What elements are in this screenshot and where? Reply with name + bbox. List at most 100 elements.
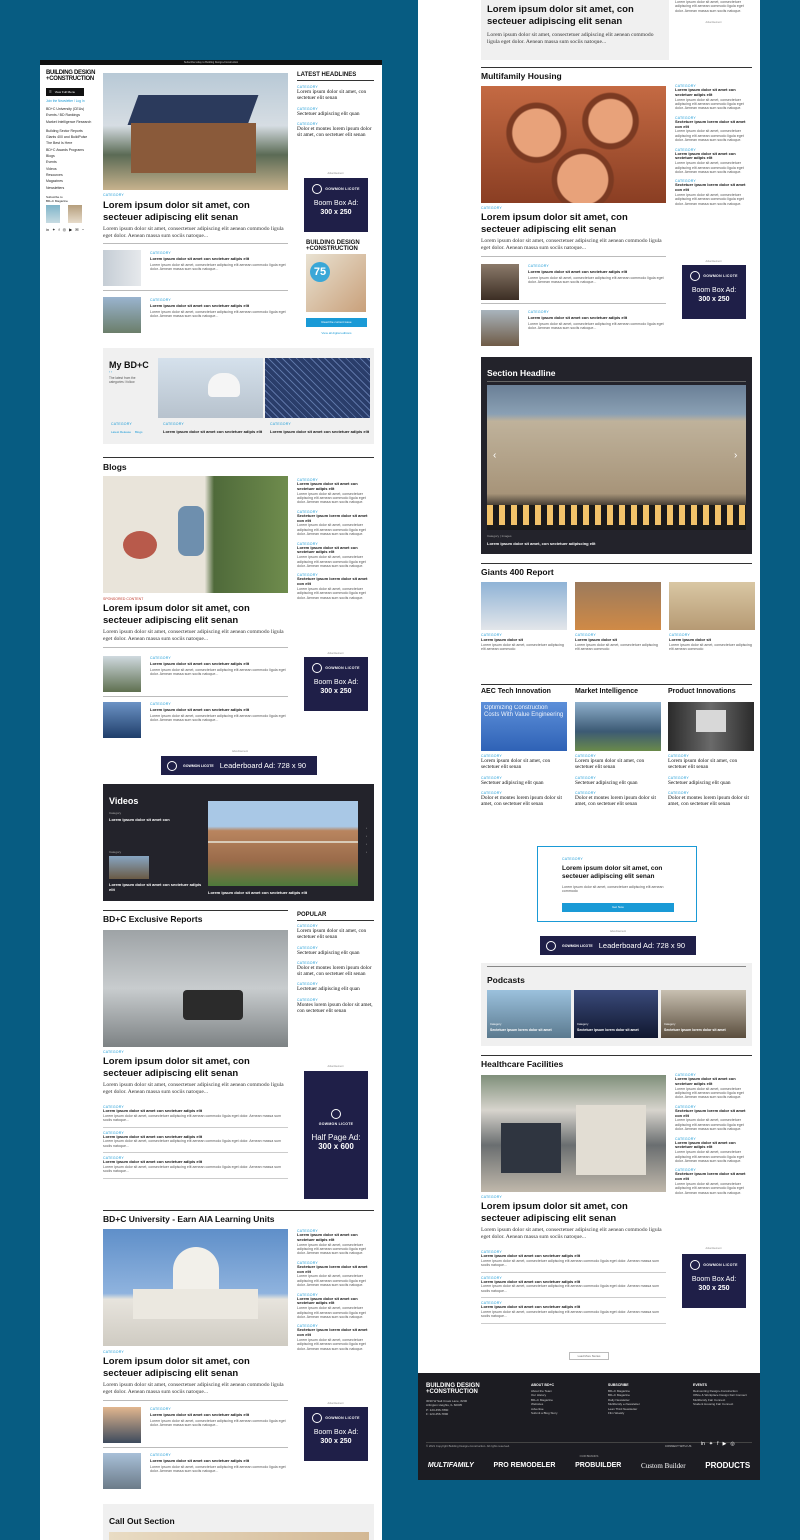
- side-nav-item[interactable]: Newsletters: [46, 185, 96, 191]
- magazine-cover-thumb[interactable]: [46, 204, 60, 223]
- podcast-image[interactable]: Category Sectetuer ipsum lorem dolor sit…: [574, 990, 658, 1038]
- university-title[interactable]: Lorem ipsum dolor sit amet, con secteuer…: [103, 1356, 288, 1379]
- podcast-title[interactable]: Sectetuer ipsum lorem dolor sit amet: [664, 1028, 742, 1032]
- market-image[interactable]: [575, 702, 661, 751]
- footer-logo[interactable]: BUILDING DESIGN +CONSTRUCTION: [426, 1383, 480, 1395]
- blog-hero-image[interactable]: [103, 476, 288, 593]
- headline-link[interactable]: Lorem ipsum dolor sit amet, con sectetue…: [297, 89, 374, 102]
- side-story-title[interactable]: Lorem ipsum dolor sit amet con sectetuer…: [675, 151, 752, 162]
- story-category[interactable]: Category: [150, 1407, 171, 1411]
- side-story-title[interactable]: Lorem ipsum dolor sit amet con sectetuer…: [297, 1296, 374, 1307]
- healthcare-hero-image[interactable]: [481, 1075, 666, 1192]
- my-bdc-link[interactable]: Latest Release: [111, 430, 131, 434]
- instagram-icon[interactable]: ◎: [730, 1441, 734, 1447]
- card-category[interactable]: Category: [163, 422, 184, 426]
- story-category[interactable]: Category: [150, 251, 171, 255]
- story-title[interactable]: Lorem ipsum dolor sit amet con sectetuer…: [528, 269, 666, 275]
- giants-card-image[interactable]: [481, 582, 567, 630]
- column-link[interactable]: Dolor et montes lorem ipsum dolor sit am…: [668, 795, 754, 808]
- story-category[interactable]: Category: [528, 264, 549, 268]
- video-main-image[interactable]: [208, 801, 358, 886]
- video-title[interactable]: Lorem ipsum dolor sit amet con sectetuer…: [109, 882, 204, 892]
- university-hero-image[interactable]: [103, 1229, 288, 1346]
- footer-link[interactable]: Submit a Blog Story: [531, 1411, 601, 1415]
- story-category[interactable]: Category: [150, 656, 171, 660]
- brand-logo[interactable]: PRODUCTS: [705, 1461, 750, 1470]
- story-thumb[interactable]: [481, 264, 519, 300]
- story-thumb[interactable]: [103, 250, 141, 286]
- load-more-button[interactable]: Load More Stories: [569, 1352, 609, 1360]
- join-link[interactable]: Join the Newsletter / Log In: [46, 99, 96, 103]
- multifamily-hero-image[interactable]: [481, 86, 666, 203]
- story-title[interactable]: Lorem ipsum dolor sit amet con sectetuer…: [150, 303, 288, 309]
- column-link[interactable]: Sectetuer adipiscing elit quan: [575, 780, 661, 786]
- email-icon[interactable]: ✉: [75, 227, 78, 232]
- story-title[interactable]: Lorem ipsum dolor sit amet con sectetuer…: [150, 256, 288, 262]
- column-link[interactable]: Dolor et montes lorem ipsum dolor sit am…: [481, 795, 567, 808]
- side-story-title[interactable]: Lorem ipsum dolor sit amet con sectetuer…: [297, 1232, 374, 1243]
- story-category[interactable]: Category: [150, 298, 171, 302]
- boom-box-ad[interactable]: GOWMON LICOTE Boom Box Ad: 300 x 250: [304, 178, 368, 232]
- side-story-title[interactable]: Sectetuer ipsum lorem dolor sit amet con…: [297, 1264, 374, 1275]
- twitter-icon[interactable]: ✦: [52, 227, 55, 232]
- twitter-icon[interactable]: ✦: [709, 1441, 713, 1447]
- video-thumb[interactable]: [109, 856, 149, 879]
- side-story-title[interactable]: Sectetuer ipsum lorem dolor sit amet con…: [297, 513, 374, 524]
- exclusive-hero-image[interactable]: [103, 930, 288, 1047]
- video-carousel-dots[interactable]: • • • •: [366, 824, 367, 856]
- site-logo[interactable]: BUILDING DESIGN +CONSTRUCTION: [46, 70, 96, 82]
- brand-logo[interactable]: PRO REMODELER: [494, 1462, 556, 1469]
- story-title[interactable]: Lorem ipsum dolor sit amet con sectetuer…: [150, 707, 288, 713]
- side-story-title[interactable]: Lorem ipsum dolor sit amet con sectetuer…: [675, 1076, 752, 1087]
- side-story-title[interactable]: Sectetuer ipsum lorem dolor sit amet con…: [297, 577, 374, 587]
- story-thumb[interactable]: [103, 702, 141, 738]
- giants-card-image[interactable]: [575, 582, 661, 630]
- carousel-prev-icon[interactable]: ‹: [493, 450, 496, 461]
- column-link[interactable]: Lorem ipsum dolor sit amet, con sectetue…: [481, 758, 567, 771]
- popular-link[interactable]: Lectetuer adipiscing elit quan: [297, 986, 374, 992]
- facebook-icon[interactable]: f: [58, 227, 59, 232]
- callout-images[interactable]: [109, 1532, 369, 1540]
- card-category[interactable]: Category: [270, 422, 291, 426]
- card-title[interactable]: Lorem ipsum dolor sit amet con sectetuer…: [163, 429, 263, 435]
- story-thumb[interactable]: [103, 656, 141, 692]
- multifamily-category[interactable]: Category: [481, 206, 502, 210]
- magazine-cover-thumb[interactable]: [68, 204, 82, 223]
- facebook-icon[interactable]: f: [717, 1441, 718, 1447]
- popular-link[interactable]: Dolor et montes lorem ipsum dolor sit am…: [297, 965, 374, 978]
- hero-image[interactable]: [103, 73, 288, 190]
- leaderboard-ad[interactable]: GOWMON LICOTE Leaderboard Ad: 728 x 90: [540, 936, 696, 955]
- hero-category[interactable]: Category: [103, 193, 124, 197]
- story-title[interactable]: Lorem ipsum dolor sit amet con sectetuer…: [528, 315, 666, 321]
- my-bdc-card-image[interactable]: [265, 358, 370, 418]
- product-image[interactable]: [668, 702, 754, 751]
- side-story-title[interactable]: Sectetuer ipsum lorem dolor sit amet con…: [675, 1108, 752, 1119]
- story-title[interactable]: Lorem ipsum dolor sit amet con sectetuer…: [150, 1412, 288, 1418]
- giants-card-image[interactable]: [669, 582, 755, 630]
- youtube-icon[interactable]: ▶: [69, 227, 72, 232]
- story-title[interactable]: Lorem ipsum dolor sit amet con sectetuer…: [150, 661, 288, 667]
- magazine-link[interactable]: View all digital editions: [306, 331, 367, 335]
- linkedin-icon[interactable]: in: [46, 227, 49, 232]
- side-story-title[interactable]: Sectetuer ipsum lorem dolor sit amet con…: [675, 119, 752, 130]
- story-thumb[interactable]: [103, 1407, 141, 1443]
- boom-box-ad[interactable]: GOWMON LICOTE Boom Box Ad: 300 x 250: [682, 1254, 746, 1308]
- my-bdc-nav-arrows[interactable]: ‹ ›: [109, 370, 112, 374]
- podcast-title[interactable]: Sectetuer ipsum lorem dolor sit amet: [490, 1028, 568, 1032]
- headline-link[interactable]: Dolor et montes lorem ipsum dolor sit am…: [297, 126, 374, 139]
- side-story-title[interactable]: Sectetuer ipsum lorem dolor sit amet con…: [675, 183, 752, 193]
- aec-image[interactable]: Optimizing Construction Costs With Value…: [481, 702, 567, 751]
- rss-icon[interactable]: ◔: [82, 227, 84, 232]
- exclusive-title[interactable]: Lorem ipsum dolor sit amet, con secteuer…: [103, 1056, 288, 1079]
- blog-category[interactable]: Sponsored Content: [103, 597, 143, 601]
- section-headline-image[interactable]: ‹ ›: [487, 385, 746, 530]
- youtube-icon[interactable]: ▶: [723, 1441, 727, 1447]
- section-headline-caption[interactable]: Lorem ipsum dolor sit amet, con sectetue…: [487, 541, 595, 546]
- magazine-button[interactable]: Read the current issue: [306, 318, 367, 327]
- side-story-title[interactable]: Sectetuer ipsum lorem dolor sit amet con…: [675, 1172, 752, 1182]
- video-main-title[interactable]: Lorem ipsum dolor sit amet con sectetuer…: [208, 890, 358, 895]
- side-nav-item[interactable]: Market Intelligence Research: [46, 119, 96, 125]
- popular-link[interactable]: Montes lorem ipsum dolor sit amet, con s…: [297, 1002, 374, 1015]
- story-category[interactable]: Category: [528, 310, 549, 314]
- column-link[interactable]: Dolor et montes lorem ipsum dolor sit am…: [575, 795, 661, 808]
